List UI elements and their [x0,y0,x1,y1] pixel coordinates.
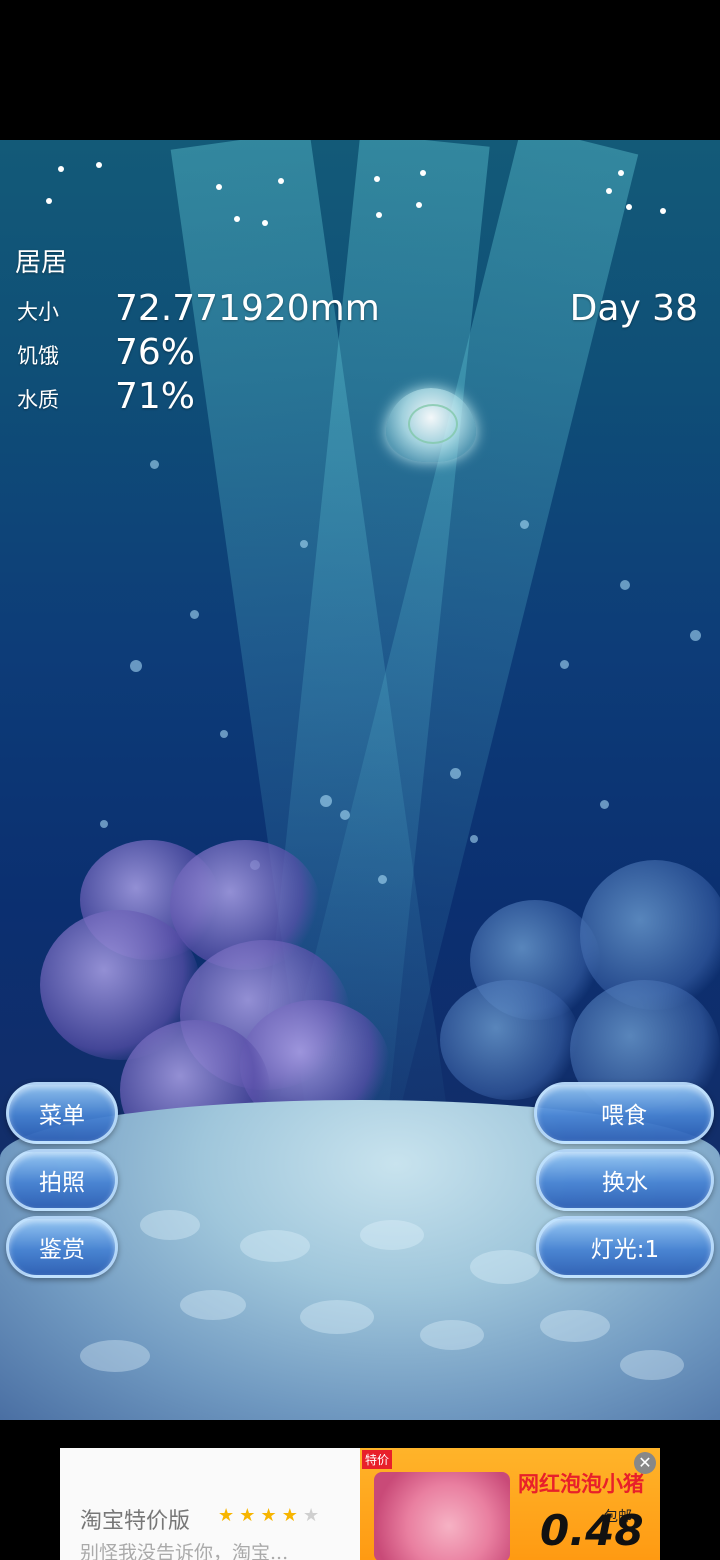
pebble [240,1230,310,1262]
bubble [450,768,461,779]
light-button[interactable]: 灯光:1 [536,1216,714,1278]
sparkle [262,220,268,226]
pebble [180,1290,246,1320]
bubble [520,520,529,529]
change-water-button[interactable]: 换水 [536,1149,714,1211]
photo-button[interactable]: 拍照 [6,1149,118,1211]
pet-name: 居居 [15,248,68,278]
bubble [300,540,308,548]
water-quality-label: 水质 [17,388,59,412]
menu-button[interactable]: 菜单 [6,1082,118,1144]
close-icon[interactable]: ✕ [634,1452,656,1474]
ad-right-panel: 特价 网红泡泡小猪 包邮 0.48 ✕ [360,1448,660,1560]
bubble [690,630,701,641]
star-icon: ★ [218,1505,235,1526]
sparkle [618,170,624,176]
hunger-label: 饥饿 [17,344,59,368]
bubble [378,875,387,884]
sparkle [46,198,52,204]
pebble [470,1250,540,1284]
pebble [80,1340,150,1372]
ad-badge: 特价 [362,1450,393,1469]
sparkle [606,188,612,194]
pebble [300,1300,374,1334]
pebble [360,1220,424,1250]
ad-product-image [374,1472,510,1560]
sparkle [278,178,284,184]
sparkle [216,184,222,190]
hunger-value: 76% [115,332,196,373]
sparkle [376,212,382,218]
bubble [320,795,332,807]
ad-description: 别怪我没告诉你，淘宝... [80,1542,289,1560]
sparkle [626,204,632,210]
bubble [150,460,159,469]
star-icon: ★ [281,1505,298,1526]
jellyfish-ring [408,404,458,444]
pebble [140,1210,200,1240]
size-value: 72.771920mm [115,288,380,329]
bubble [470,835,478,843]
sparkle [234,216,240,222]
pebble [420,1320,484,1350]
bubble [560,660,569,669]
bubble [100,820,108,828]
ad-banner[interactable]: 淘宝特价版 ★ ★ ★ ★ ★ 别怪我没告诉你，淘宝... 特价 网红泡泡小猪 … [60,1448,660,1560]
bubble [620,580,630,590]
feed-button[interactable]: 喂食 [534,1082,714,1144]
ad-product-title: 网红泡泡小猪 [518,1472,644,1496]
size-label: 大小 [17,300,59,324]
ad-brand-title: 淘宝特价版 [80,1509,191,1534]
sparkle [660,208,666,214]
water-quality-value: 71% [115,376,196,417]
sparkle [58,166,64,172]
sparkle [416,202,422,208]
day-counter: Day 38 [569,288,698,329]
pebble [620,1350,684,1380]
star-icon: ★ [239,1505,256,1526]
bubble [190,610,199,619]
star-icon: ★ [260,1505,277,1526]
bubble [130,660,142,672]
ad-rating: ★ ★ ★ ★ ★ [218,1505,319,1526]
ad-left-panel: 淘宝特价版 ★ ★ ★ ★ ★ 别怪我没告诉你，淘宝... [60,1448,360,1560]
pebble [540,1310,610,1342]
bubble [600,800,609,809]
ad-price: 0.48 [540,1506,644,1555]
sparkle [374,176,380,182]
star-empty-icon: ★ [302,1505,320,1526]
sparkle [420,170,426,176]
bubble [220,730,228,738]
sparkle [96,162,102,168]
appreciate-button[interactable]: 鉴赏 [6,1216,118,1278]
bubble [340,810,350,820]
